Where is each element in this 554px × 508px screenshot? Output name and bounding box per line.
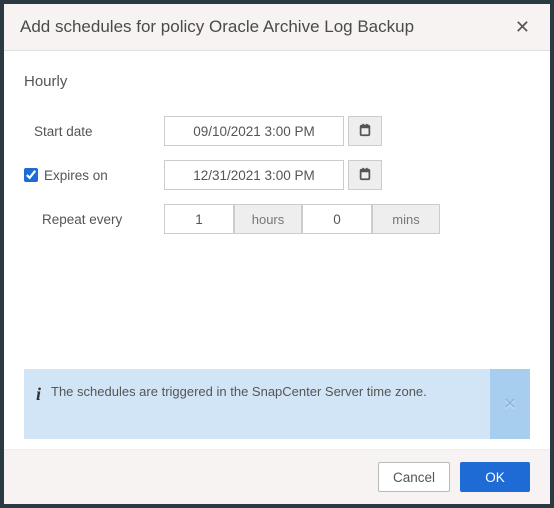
start-date-label: Start date xyxy=(24,124,164,139)
info-icon: i xyxy=(36,383,41,403)
info-text: The schedules are triggered in the SnapC… xyxy=(51,383,433,402)
start-date-input[interactable] xyxy=(164,116,344,146)
calendar-icon xyxy=(358,167,372,184)
expires-on-row: Expires on xyxy=(24,160,530,190)
repeat-hours-input[interactable] xyxy=(164,204,234,234)
start-date-row: Start date xyxy=(24,116,530,146)
expires-on-calendar-button[interactable] xyxy=(348,160,382,190)
repeat-every-label: Repeat every xyxy=(24,212,164,227)
ok-button[interactable]: OK xyxy=(460,462,530,492)
dialog-body: Hourly Start date Expires on xyxy=(4,51,550,369)
expires-on-input[interactable] xyxy=(164,160,344,190)
start-date-calendar-button[interactable] xyxy=(348,116,382,146)
mins-unit-label: mins xyxy=(372,204,440,234)
close-icon: ✕ xyxy=(503,394,516,414)
hours-unit-label: hours xyxy=(234,204,302,234)
repeat-every-row: Repeat every hours mins xyxy=(24,204,530,234)
expires-on-checkbox[interactable] xyxy=(24,168,38,182)
schedule-type-title: Hourly xyxy=(24,73,530,90)
dialog-header: Add schedules for policy Oracle Archive … xyxy=(4,4,550,51)
dialog-title: Add schedules for policy Oracle Archive … xyxy=(20,17,414,37)
cancel-button[interactable]: Cancel xyxy=(378,462,450,492)
info-dismiss-button[interactable]: ✕ xyxy=(490,369,530,439)
info-banner: i The schedules are triggered in the Sna… xyxy=(24,369,530,439)
expires-on-label: Expires on xyxy=(44,168,108,183)
close-icon[interactable]: ✕ xyxy=(511,16,534,38)
repeat-mins-input[interactable] xyxy=(302,204,372,234)
dialog-footer: Cancel OK xyxy=(4,449,550,504)
calendar-icon xyxy=(358,123,372,140)
schedule-dialog: Add schedules for policy Oracle Archive … xyxy=(4,4,550,504)
